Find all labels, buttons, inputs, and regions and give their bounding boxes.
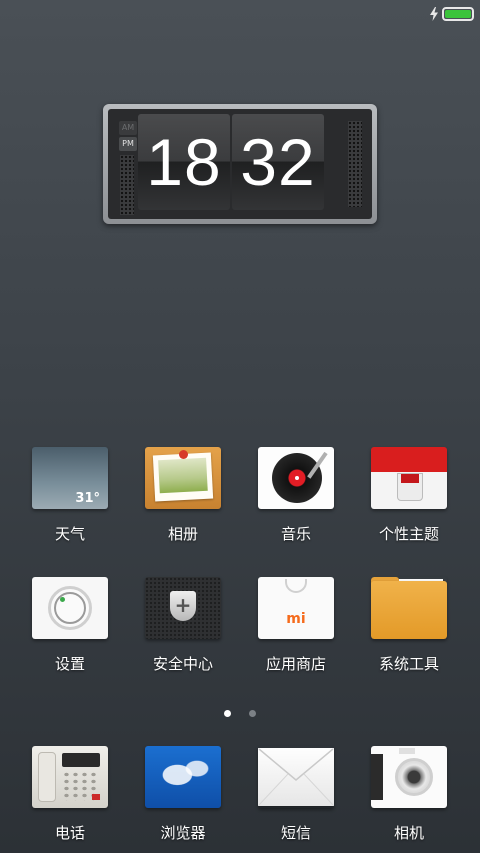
clock-hours: 18: [138, 114, 230, 210]
dock-camera[interactable]: 相机: [359, 746, 459, 843]
battery-icon: [442, 7, 474, 21]
app-label: 应用商店: [265, 655, 326, 673]
app-gallery[interactable]: 相册: [133, 447, 233, 544]
page-indicator: [0, 702, 480, 721]
dock-phone[interactable]: 电话: [20, 746, 120, 843]
page-dot-2[interactable]: [248, 710, 256, 717]
app-label: 系统工具: [378, 655, 439, 673]
app-music[interactable]: 音乐: [246, 447, 346, 544]
am-pm-indicator: AM PM: [119, 121, 137, 153]
app-label: 浏览器: [160, 824, 206, 842]
app-label: 设置: [54, 655, 85, 673]
app-label: 音乐: [280, 525, 311, 543]
phone-icon: [32, 746, 108, 808]
dock-browser[interactable]: 浏览器: [133, 746, 233, 843]
app-label: 相机: [393, 824, 424, 842]
app-themes[interactable]: 个性主题: [359, 447, 459, 544]
weather-temperature: 31°: [75, 491, 100, 506]
dock-sms[interactable]: 短信: [246, 746, 346, 843]
clock-widget[interactable]: AM PM 18 32: [103, 104, 377, 224]
folder-icon: [371, 577, 447, 639]
settings-icon: [32, 577, 108, 639]
music-icon: [258, 447, 334, 509]
speaker-grille-left: [120, 155, 134, 215]
app-label: 短信: [280, 824, 311, 842]
clock-minutes: 32: [232, 114, 324, 210]
sms-icon: [258, 746, 334, 808]
speaker-grille-right: [348, 121, 362, 207]
pm-label: PM: [119, 137, 137, 151]
app-security-center[interactable]: + 安全中心: [133, 577, 233, 674]
am-label: AM: [119, 121, 137, 135]
app-label: 安全中心: [152, 655, 213, 673]
app-system-tools-folder[interactable]: 系统工具: [359, 577, 459, 674]
camera-icon: [371, 746, 447, 808]
app-store-icon: mi: [258, 577, 334, 639]
theme-icon: [371, 447, 447, 509]
lightning-icon: [430, 7, 438, 21]
browser-icon: [145, 746, 221, 808]
app-label: 个性主题: [378, 525, 439, 543]
mi-logo: mi: [286, 611, 306, 627]
battery-level: [445, 10, 471, 18]
app-store[interactable]: mi 应用商店: [246, 577, 346, 674]
gallery-icon: [145, 447, 221, 509]
app-settings[interactable]: 设置: [20, 577, 120, 674]
app-label: 相册: [167, 525, 198, 543]
weather-icon: 31°: [32, 447, 108, 509]
page-dot-1[interactable]: [224, 710, 232, 717]
security-icon: +: [145, 577, 221, 639]
app-label: 天气: [54, 525, 85, 543]
app-weather[interactable]: 31° 天气: [20, 447, 120, 544]
status-bar: [0, 0, 480, 28]
clock-face: AM PM 18 32: [108, 109, 372, 219]
app-label: 电话: [54, 824, 85, 842]
